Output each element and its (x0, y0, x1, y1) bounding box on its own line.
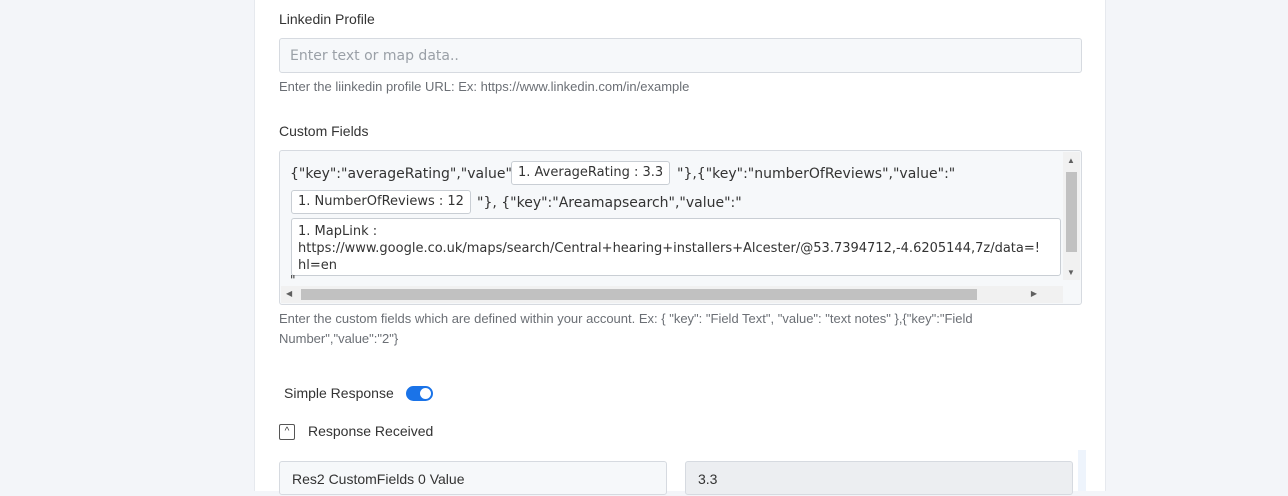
horizontal-scroll-thumb[interactable] (301, 289, 977, 300)
simple-response-label: Simple Response (284, 385, 394, 401)
custom-fields-help: Enter the custom fields which are define… (279, 309, 973, 349)
response-scroll-track[interactable] (1078, 450, 1086, 491)
response-value-field[interactable]: 3.3 (685, 461, 1073, 495)
linkedin-help: Enter the liinkedin profile URL: Ex: htt… (279, 79, 690, 94)
custom-fields-text-segment: " (290, 273, 296, 287)
maplink-line: https://www.google.co.uk/maps/search/Cen… (298, 241, 1040, 256)
form-panel: Linkedin Profile Enter the liinkedin pro… (254, 0, 1106, 495)
custom-fields-label: Custom Fields (279, 123, 369, 139)
horizontal-scrollbar[interactable]: ◀ ▶ (281, 286, 1063, 303)
custom-fields-text-segment: "}, {"key":"Areamapsearch","value":" (477, 195, 742, 211)
response-key-field[interactable]: Res2 CustomFields 0 Value (279, 461, 667, 495)
scroll-down-icon[interactable]: ▼ (1067, 269, 1075, 277)
custom-fields-text-segment: {"key":"averageRating","value":" (290, 166, 524, 182)
response-received-label: Response Received (308, 423, 434, 439)
maplink-chip[interactable]: 1. MapLink : https://www.google.co.uk/ma… (291, 218, 1061, 276)
custom-fields-help-line: Number","value":"2"} (279, 331, 399, 346)
chevron-up-icon[interactable]: ^ (279, 424, 295, 440)
average-rating-chip[interactable]: 1. AverageRating : 3.3 (511, 161, 671, 185)
linkedin-input[interactable] (279, 38, 1082, 73)
custom-fields-text-segment: "},{"key":"numberOfReviews","value":" (677, 166, 956, 182)
scroll-right-icon[interactable]: ▶ (1031, 290, 1037, 298)
vertical-scroll-thumb[interactable] (1066, 172, 1077, 252)
custom-fields-help-line: Enter the custom fields which are define… (279, 311, 973, 326)
simple-response-toggle[interactable] (406, 386, 433, 401)
scroll-up-icon[interactable]: ▲ (1067, 157, 1075, 165)
number-of-reviews-chip[interactable]: 1. NumberOfReviews : 12 (291, 190, 471, 214)
linkedin-label: Linkedin Profile (279, 11, 375, 27)
maplink-line: 1. MapLink : (298, 224, 378, 239)
maplink-line: hl=en (298, 258, 337, 273)
scroll-left-icon[interactable]: ◀ (286, 290, 292, 298)
toggle-knob (420, 388, 431, 399)
custom-fields-editor[interactable]: {"key":"averageRating","value":" 1. Aver… (279, 150, 1082, 305)
vertical-scrollbar[interactable]: ▲ ▼ (1063, 152, 1080, 280)
